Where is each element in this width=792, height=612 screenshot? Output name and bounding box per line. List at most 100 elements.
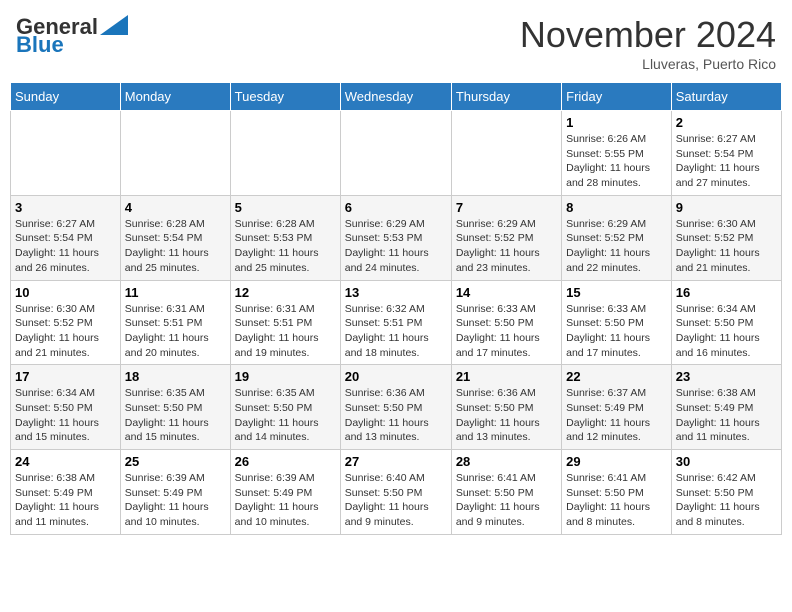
calendar-cell: 19 Sunrise: 6:35 AM Sunset: 5:50 PM Dayli… bbox=[230, 365, 340, 450]
calendar-cell: 28 Sunrise: 6:41 AM Sunset: 5:50 PM Dayli… bbox=[451, 450, 561, 535]
calendar-cell: 1Sunrise: 6:26 AM Sunset: 5:55 PM Daylig… bbox=[562, 111, 672, 196]
day-number: 21 bbox=[456, 369, 557, 384]
day-info: Sunrise: 6:33 AM Sunset: 5:50 PM Dayligh… bbox=[566, 302, 667, 361]
day-info: Sunrise: 6:39 AM Sunset: 5:49 PM Dayligh… bbox=[235, 471, 336, 530]
day-info: Sunrise: 6:41 AM Sunset: 5:50 PM Dayligh… bbox=[456, 471, 557, 530]
day-info: Sunrise: 6:29 AM Sunset: 5:52 PM Dayligh… bbox=[566, 217, 667, 276]
calendar-cell: 2 Sunrise: 6:27 AM Sunset: 5:54 PM Daylig… bbox=[671, 111, 781, 196]
day-info: Sunrise: 6:31 AM Sunset: 5:51 PM Dayligh… bbox=[235, 302, 336, 361]
day-info: Sunrise: 6:27 AM Sunset: 5:54 PM Dayligh… bbox=[15, 217, 116, 276]
day-number: 19 bbox=[235, 369, 336, 384]
day-info: Sunrise: 6:32 AM Sunset: 5:51 PM Dayligh… bbox=[345, 302, 447, 361]
day-number: 22 bbox=[566, 369, 667, 384]
day-info: Sunrise: 6:35 AM Sunset: 5:50 PM Dayligh… bbox=[235, 386, 336, 445]
calendar-week-row: 17 Sunrise: 6:34 AM Sunset: 5:50 PM Dayli… bbox=[11, 365, 782, 450]
day-number: 30 bbox=[676, 454, 777, 469]
calendar-cell bbox=[340, 111, 451, 196]
day-number: 4 bbox=[125, 200, 226, 215]
calendar-cell: 22 Sunrise: 6:37 AM Sunset: 5:49 PM Dayli… bbox=[562, 365, 672, 450]
day-info: Sunrise: 6:31 AM Sunset: 5:51 PM Dayligh… bbox=[125, 302, 226, 361]
day-number: 17 bbox=[15, 369, 116, 384]
calendar-table: SundayMondayTuesdayWednesdayThursdayFrid… bbox=[10, 82, 782, 535]
calendar-cell: 26 Sunrise: 6:39 AM Sunset: 5:49 PM Dayli… bbox=[230, 450, 340, 535]
weekday-header: Friday bbox=[562, 83, 672, 111]
calendar-cell: 3 Sunrise: 6:27 AM Sunset: 5:54 PM Daylig… bbox=[11, 195, 121, 280]
day-number: 9 bbox=[676, 200, 777, 215]
calendar-cell: 4 Sunrise: 6:28 AM Sunset: 5:54 PM Daylig… bbox=[120, 195, 230, 280]
logo-text-blue: Blue bbox=[16, 32, 64, 58]
calendar-cell: 23Sunrise: 6:38 AM Sunset: 5:49 PM Dayli… bbox=[671, 365, 781, 450]
weekday-header: Sunday bbox=[11, 83, 121, 111]
day-number: 10 bbox=[15, 285, 116, 300]
calendar-week-row: 10 Sunrise: 6:30 AM Sunset: 5:52 PM Dayli… bbox=[11, 280, 782, 365]
day-number: 3 bbox=[15, 200, 116, 215]
day-info: Sunrise: 6:41 AM Sunset: 5:50 PM Dayligh… bbox=[566, 471, 667, 530]
day-number: 16 bbox=[676, 285, 777, 300]
calendar-cell: 16 Sunrise: 6:34 AM Sunset: 5:50 PM Dayli… bbox=[671, 280, 781, 365]
day-info: Sunrise: 6:38 AM Sunset: 5:49 PM Dayligh… bbox=[15, 471, 116, 530]
calendar-cell: 11 Sunrise: 6:31 AM Sunset: 5:51 PM Dayli… bbox=[120, 280, 230, 365]
day-number: 20 bbox=[345, 369, 447, 384]
calendar-cell: 15 Sunrise: 6:33 AM Sunset: 5:50 PM Dayli… bbox=[562, 280, 672, 365]
calendar-cell bbox=[120, 111, 230, 196]
day-info: Sunrise: 6:39 AM Sunset: 5:49 PM Dayligh… bbox=[125, 471, 226, 530]
day-info: Sunrise: 6:37 AM Sunset: 5:49 PM Dayligh… bbox=[566, 386, 667, 445]
day-number: 27 bbox=[345, 454, 447, 469]
weekday-header: Monday bbox=[120, 83, 230, 111]
weekday-header: Saturday bbox=[671, 83, 781, 111]
calendar-cell: 8 Sunrise: 6:29 AM Sunset: 5:52 PM Daylig… bbox=[562, 195, 672, 280]
day-info: Sunrise: 6:42 AM Sunset: 5:50 PM Dayligh… bbox=[676, 471, 777, 530]
day-info: Sunrise: 6:27 AM Sunset: 5:54 PM Dayligh… bbox=[676, 132, 777, 191]
weekday-header: Thursday bbox=[451, 83, 561, 111]
location: Lluveras, Puerto Rico bbox=[520, 56, 776, 72]
day-number: 2 bbox=[676, 115, 777, 130]
day-info: Sunrise: 6:36 AM Sunset: 5:50 PM Dayligh… bbox=[345, 386, 447, 445]
calendar-week-row: 3 Sunrise: 6:27 AM Sunset: 5:54 PM Daylig… bbox=[11, 195, 782, 280]
calendar-cell: 14Sunrise: 6:33 AM Sunset: 5:50 PM Dayli… bbox=[451, 280, 561, 365]
day-info: Sunrise: 6:34 AM Sunset: 5:50 PM Dayligh… bbox=[15, 386, 116, 445]
calendar-week-row: 24 Sunrise: 6:38 AM Sunset: 5:49 PM Dayli… bbox=[11, 450, 782, 535]
calendar-cell: 20 Sunrise: 6:36 AM Sunset: 5:50 PM Dayli… bbox=[340, 365, 451, 450]
logo-icon bbox=[100, 15, 128, 35]
day-info: Sunrise: 6:29 AM Sunset: 5:52 PM Dayligh… bbox=[456, 217, 557, 276]
calendar-cell: 24 Sunrise: 6:38 AM Sunset: 5:49 PM Dayli… bbox=[11, 450, 121, 535]
weekday-header: Wednesday bbox=[340, 83, 451, 111]
calendar-cell: 30 Sunrise: 6:42 AM Sunset: 5:50 PM Dayli… bbox=[671, 450, 781, 535]
day-info: Sunrise: 6:35 AM Sunset: 5:50 PM Dayligh… bbox=[125, 386, 226, 445]
day-info: Sunrise: 6:26 AM Sunset: 5:55 PM Dayligh… bbox=[566, 132, 667, 191]
day-info: Sunrise: 6:28 AM Sunset: 5:54 PM Dayligh… bbox=[125, 217, 226, 276]
day-number: 28 bbox=[456, 454, 557, 469]
calendar-cell: 29 Sunrise: 6:41 AM Sunset: 5:50 PM Dayli… bbox=[562, 450, 672, 535]
day-info: Sunrise: 6:30 AM Sunset: 5:52 PM Dayligh… bbox=[15, 302, 116, 361]
calendar-cell: 13 Sunrise: 6:32 AM Sunset: 5:51 PM Dayli… bbox=[340, 280, 451, 365]
day-number: 24 bbox=[15, 454, 116, 469]
calendar-cell: 5Sunrise: 6:28 AM Sunset: 5:53 PM Daylig… bbox=[230, 195, 340, 280]
day-info: Sunrise: 6:40 AM Sunset: 5:50 PM Dayligh… bbox=[345, 471, 447, 530]
day-number: 12 bbox=[235, 285, 336, 300]
title-block: November 2024 Lluveras, Puerto Rico bbox=[520, 14, 776, 72]
day-info: Sunrise: 6:29 AM Sunset: 5:53 PM Dayligh… bbox=[345, 217, 447, 276]
calendar-cell: 10 Sunrise: 6:30 AM Sunset: 5:52 PM Dayli… bbox=[11, 280, 121, 365]
day-number: 11 bbox=[125, 285, 226, 300]
day-info: Sunrise: 6:34 AM Sunset: 5:50 PM Dayligh… bbox=[676, 302, 777, 361]
day-number: 29 bbox=[566, 454, 667, 469]
day-number: 15 bbox=[566, 285, 667, 300]
day-number: 7 bbox=[456, 200, 557, 215]
day-number: 8 bbox=[566, 200, 667, 215]
day-number: 26 bbox=[235, 454, 336, 469]
calendar-cell: 25Sunrise: 6:39 AM Sunset: 5:49 PM Dayli… bbox=[120, 450, 230, 535]
calendar-week-row: 1Sunrise: 6:26 AM Sunset: 5:55 PM Daylig… bbox=[11, 111, 782, 196]
calendar-cell: 7 Sunrise: 6:29 AM Sunset: 5:52 PM Daylig… bbox=[451, 195, 561, 280]
weekday-header-row: SundayMondayTuesdayWednesdayThursdayFrid… bbox=[11, 83, 782, 111]
logo: General Blue bbox=[16, 14, 128, 58]
day-number: 18 bbox=[125, 369, 226, 384]
calendar-cell: 6Sunrise: 6:29 AM Sunset: 5:53 PM Daylig… bbox=[340, 195, 451, 280]
calendar-cell: 17 Sunrise: 6:34 AM Sunset: 5:50 PM Dayli… bbox=[11, 365, 121, 450]
calendar-cell: 21 Sunrise: 6:36 AM Sunset: 5:50 PM Dayli… bbox=[451, 365, 561, 450]
calendar-cell: 12 Sunrise: 6:31 AM Sunset: 5:51 PM Dayli… bbox=[230, 280, 340, 365]
day-info: Sunrise: 6:36 AM Sunset: 5:50 PM Dayligh… bbox=[456, 386, 557, 445]
day-number: 13 bbox=[345, 285, 447, 300]
calendar-cell: 18 Sunrise: 6:35 AM Sunset: 5:50 PM Dayli… bbox=[120, 365, 230, 450]
calendar-cell bbox=[230, 111, 340, 196]
day-number: 23 bbox=[676, 369, 777, 384]
